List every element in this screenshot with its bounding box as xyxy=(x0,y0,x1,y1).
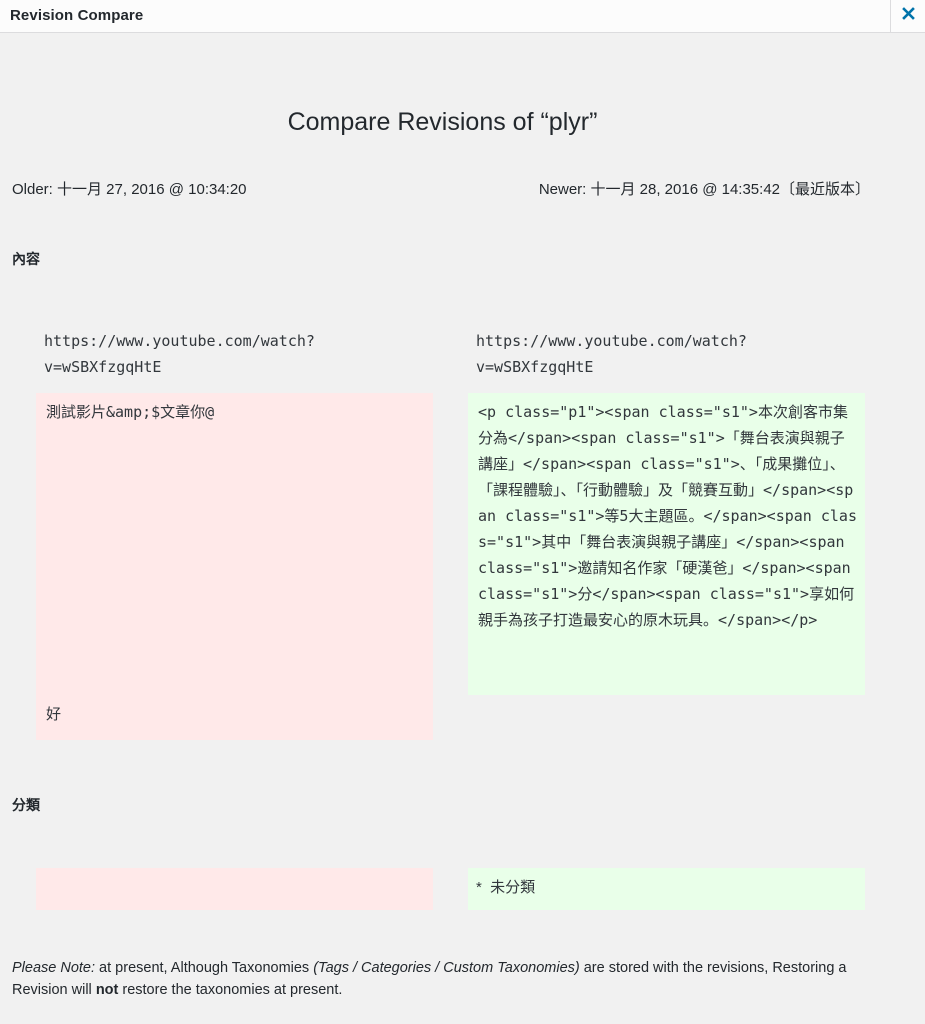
context-line: v=wSBXfzgqHtE xyxy=(476,358,594,376)
deleted-text: 測試影片&amp;$文章你@ xyxy=(46,403,215,421)
note-taxonomies: (Tags / Categories / Custom Taxonomies) xyxy=(313,960,580,976)
category-deleted xyxy=(36,868,433,910)
added-line: <p class="p1"><span class="s1">本次創客市集分為<… xyxy=(468,393,865,695)
right-context: https://www.youtube.com/watch? v=wSBXfzg… xyxy=(468,328,865,380)
context-line: v=wSBXfzgqHtE xyxy=(44,358,162,376)
close-x-icon xyxy=(901,7,915,25)
context-line: https://www.youtube.com/watch? xyxy=(44,332,315,350)
note-text: at present, Although Taxonomies xyxy=(95,960,314,976)
category-deleted-text xyxy=(36,868,44,885)
section-label-category: 分類 xyxy=(12,797,40,813)
note-prefix: Please Note: xyxy=(12,960,96,976)
taxonomy-note: Please Note: at present, Although Taxono… xyxy=(12,957,902,1001)
modal-title: Revision Compare xyxy=(10,7,144,24)
page-title: Compare Revisions of “plyr” xyxy=(287,108,598,136)
newer-revision-meta: Newer: 十一月 28, 2016 @ 14:35:42〔最近版本〕 xyxy=(538,181,870,198)
deleted-line: 好 xyxy=(36,695,433,740)
added-text: <p class="p1"><span class="s1">本次創客市集分為<… xyxy=(478,403,860,629)
context-line: https://www.youtube.com/watch? xyxy=(476,332,747,350)
modal-header: Revision Compare xyxy=(0,0,925,33)
note-bold: not xyxy=(95,982,119,998)
deleted-text: 好 xyxy=(46,705,62,723)
category-added: * 未分類 xyxy=(468,868,865,910)
older-revision-meta: Older: 十一月 27, 2016 @ 10:34:20 xyxy=(12,181,247,198)
note-text: restore the taxonomies at present. xyxy=(118,982,343,998)
left-context: https://www.youtube.com/watch? v=wSBXfzg… xyxy=(36,328,433,380)
section-label-content: 內容 xyxy=(12,251,40,267)
category-added-text: * 未分類 xyxy=(476,879,536,896)
deleted-line: 測試影片&amp;$文章你@ xyxy=(36,393,433,695)
close-button[interactable] xyxy=(890,0,925,33)
